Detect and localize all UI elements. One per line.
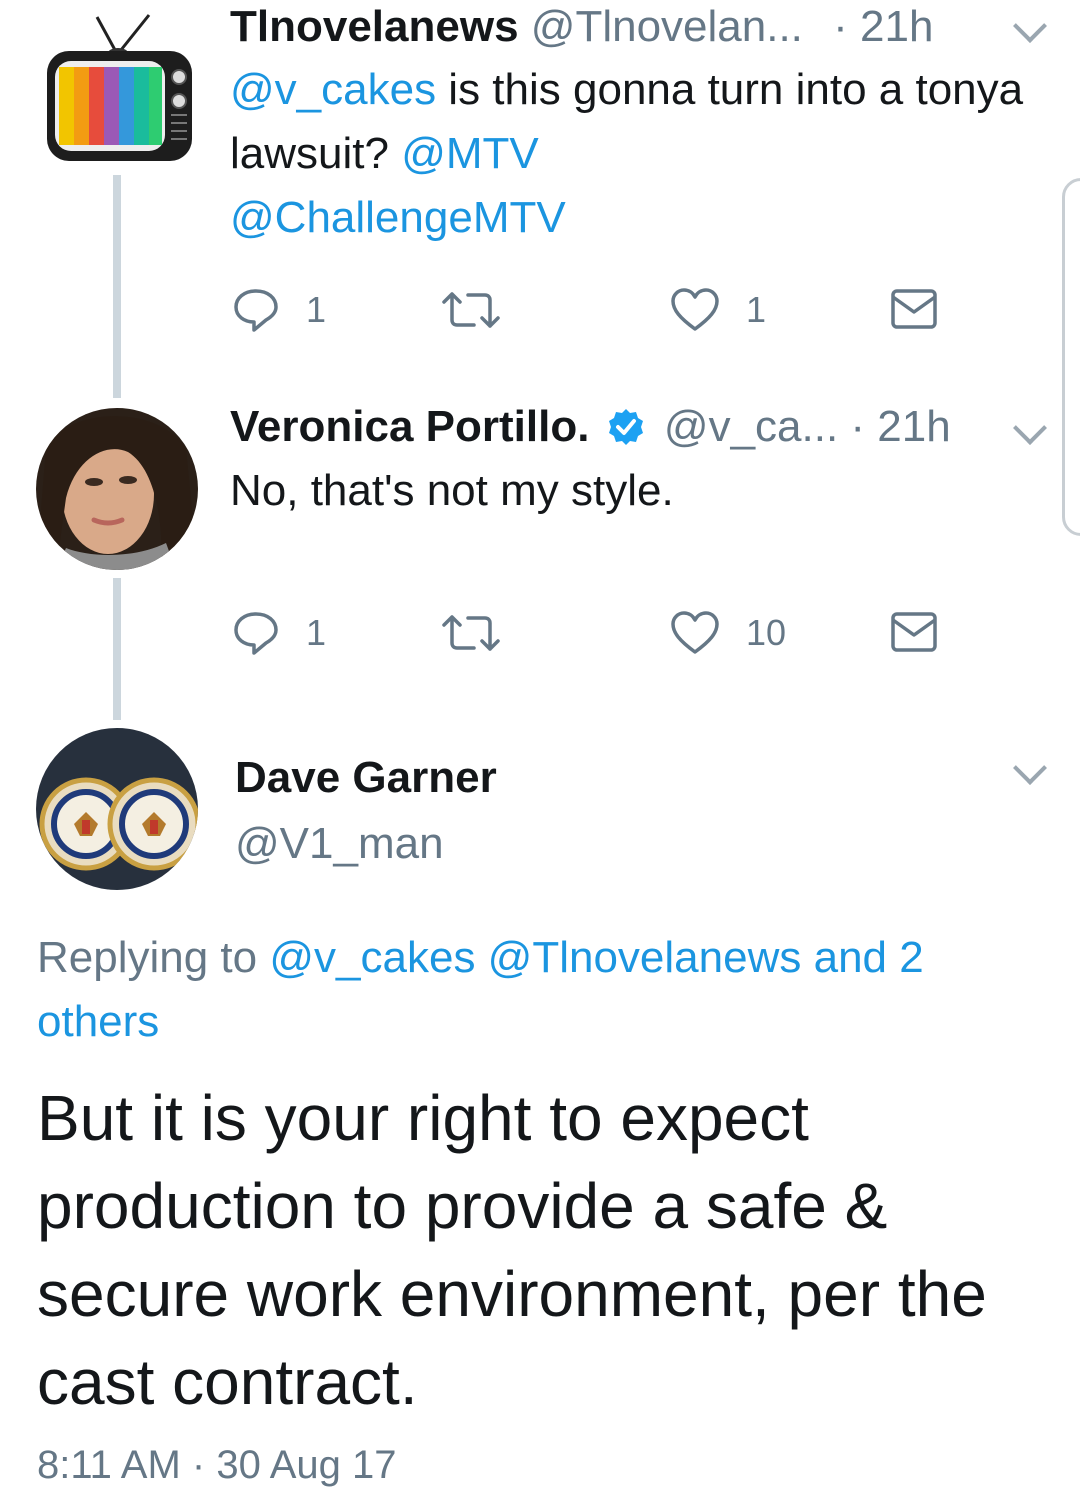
retweet-button[interactable] [440, 290, 502, 330]
like-count: 1 [746, 289, 767, 330]
profile-photo [36, 408, 198, 570]
handle[interactable]: @v_ca... [664, 402, 838, 451]
heart-icon [671, 611, 719, 654]
handle[interactable]: @Tlnovelan... [531, 2, 803, 51]
like-button[interactable]: 10 [670, 610, 786, 656]
retweet-button[interactable] [440, 613, 502, 653]
reply-button[interactable]: 1 [232, 610, 326, 656]
tweet-header: Veronica Portillo. @v_ca... · 21h [230, 402, 951, 458]
mention-link[interactable]: @v_cakes [269, 933, 475, 982]
avatar[interactable] [36, 408, 198, 570]
display-name[interactable]: Veronica Portillo. [230, 402, 589, 451]
heart-icon [671, 288, 719, 331]
reply-icon [234, 289, 278, 332]
replying-to: Replying to @v_cakes @Tlnovelanews and 2… [37, 926, 1047, 1054]
mention-link[interactable]: @Tlnovelanews [488, 933, 802, 982]
tweet-text-segment: No, that's not my style. [230, 466, 674, 515]
tweet-text: No, that's not my style. [230, 459, 1030, 523]
envelope-icon [891, 612, 937, 652]
handle[interactable]: @V1_man [235, 818, 444, 870]
mention-link[interactable]: @v_cakes [230, 65, 436, 114]
like-button[interactable]: 1 [670, 287, 766, 333]
timestamp[interactable]: · 21h [833, 2, 933, 51]
reply-count: 1 [306, 289, 327, 330]
scrollbar-edge[interactable] [1062, 178, 1080, 536]
mention-link[interactable]: @MTV [401, 129, 539, 178]
verified-icon [606, 407, 646, 458]
retweet-icon [442, 292, 500, 328]
display-name[interactable]: Dave Garner [235, 752, 497, 804]
replying-prefix: Replying to [37, 933, 270, 982]
thread-line [113, 175, 121, 398]
display-name[interactable]: Tlnovelanews [230, 2, 519, 51]
chevron-down-icon[interactable] [1013, 751, 1047, 785]
message-button[interactable] [890, 288, 938, 330]
avatar[interactable] [37, 5, 197, 165]
thread-line [113, 578, 121, 720]
reply-button[interactable]: 1 [232, 287, 326, 333]
reply-count: 1 [306, 612, 327, 653]
retweet-icon [442, 615, 500, 651]
seal-pins-photo [36, 728, 198, 890]
mention-link[interactable]: @ChallengeMTV [230, 193, 566, 242]
message-button[interactable] [890, 611, 938, 653]
tweet-text: @v_cakes is this gonna turn into a tonya… [230, 58, 1030, 250]
like-count: 10 [746, 612, 787, 653]
tv-icon [47, 14, 192, 161]
chevron-down-icon[interactable] [1013, 9, 1047, 43]
tweet-header: Tlnovelanews @Tlnovelan... · 21h [230, 2, 933, 52]
avatar[interactable] [36, 728, 198, 890]
main-tweet-text: But it is your right to expect productio… [37, 1082, 987, 1418]
reply-icon [234, 612, 278, 655]
chevron-down-icon[interactable] [1013, 411, 1047, 445]
envelope-icon [891, 289, 937, 329]
timestamp[interactable]: · 21h [850, 402, 950, 451]
